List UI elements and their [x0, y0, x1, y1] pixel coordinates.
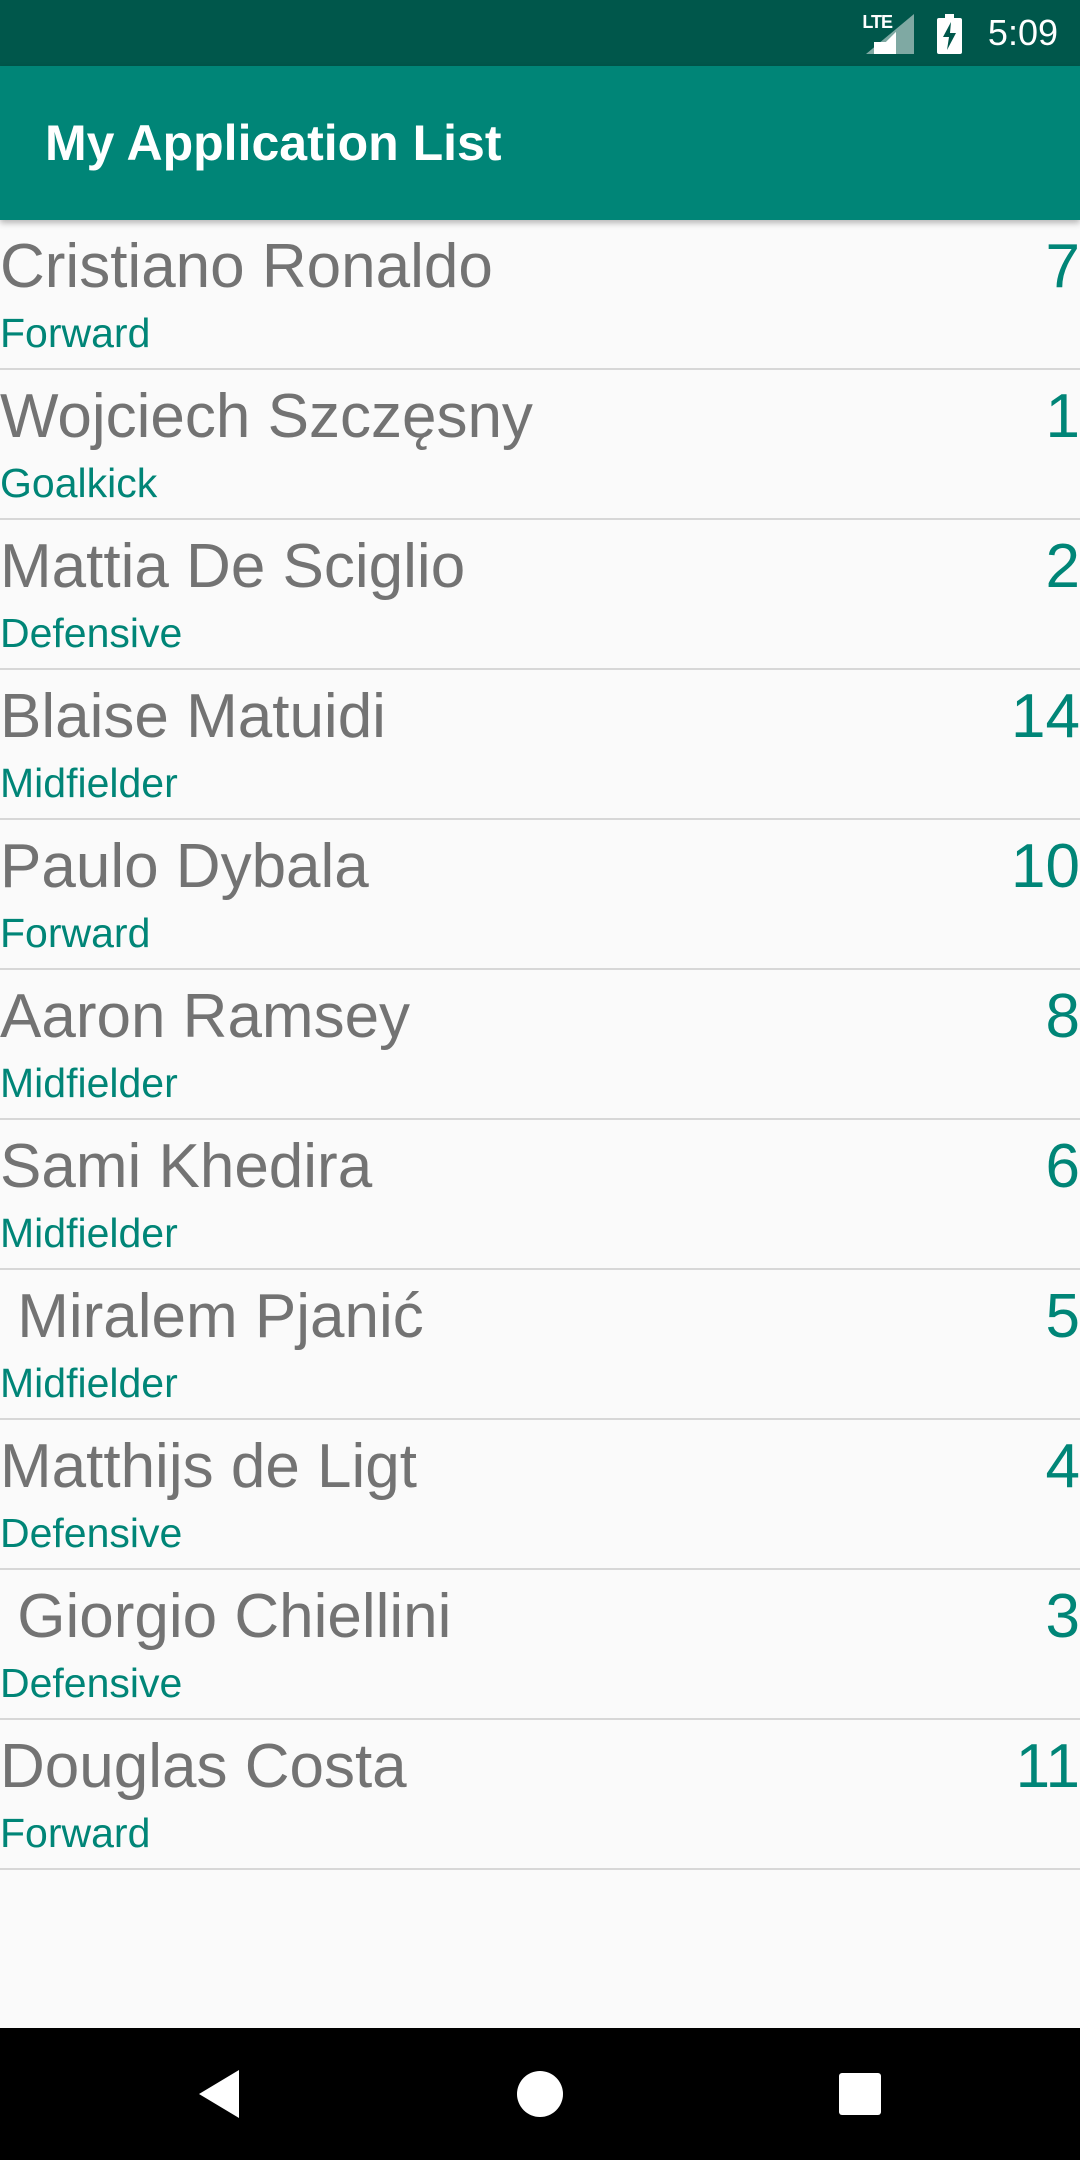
player-number: 11 [1015, 1732, 1080, 1801]
player-name: Miralem Pjanić [0, 1282, 424, 1351]
player-position: Forward [0, 310, 151, 356]
app-bar: My Application List [0, 66, 1080, 220]
player-number: 8 [1045, 982, 1080, 1051]
player-position: Forward [0, 910, 151, 956]
list-item[interactable]: Sami Khedira Midfielder 6 [0, 1120, 1080, 1270]
list-item[interactable]: Aaron Ramsey Midfielder 8 [0, 970, 1080, 1120]
home-button[interactable] [504, 2058, 576, 2130]
list-item[interactable]: Miralem Pjanić Midfielder 5 [0, 1270, 1080, 1420]
list-item[interactable]: Douglas Costa Forward 11 [0, 1720, 1080, 1870]
player-number: 4 [1045, 1432, 1080, 1501]
back-icon [199, 2070, 239, 2118]
list-item[interactable]: Giorgio Chiellini Defensive 3 [0, 1570, 1080, 1720]
player-position: Goalkick [0, 460, 158, 506]
player-name: Matthijs de Ligt [0, 1432, 417, 1501]
list-item[interactable]: Blaise Matuidi Midfielder 14 [0, 670, 1080, 820]
player-number: 5 [1045, 1282, 1080, 1351]
player-name: Aaron Ramsey [0, 982, 411, 1051]
list-item[interactable]: Cristiano Ronaldo Forward 7 [0, 220, 1080, 370]
status-bar: LTE 5:09 [0, 0, 1080, 66]
player-name: Sami Khedira [0, 1132, 373, 1201]
player-position: Defensive [0, 1660, 183, 1706]
player-name: Paulo Dybala [0, 832, 369, 901]
player-position: Midfielder [0, 760, 178, 806]
list-item[interactable]: Wojciech Szczęsny Goalkick 1 [0, 370, 1080, 520]
list-item[interactable]: Mattia De Sciglio Defensive 2 [0, 520, 1080, 670]
player-number: 6 [1045, 1132, 1080, 1201]
player-position: Defensive [0, 1510, 183, 1556]
player-number: 10 [1011, 832, 1080, 901]
player-number: 3 [1045, 1582, 1080, 1651]
battery-charging-icon [937, 14, 962, 54]
player-list: Cristiano Ronaldo Forward 7 Wojciech Szc… [0, 220, 1080, 1870]
player-position: Midfielder [0, 1360, 178, 1406]
player-name: Douglas Costa [0, 1732, 407, 1801]
player-name: Wojciech Szczęsny [0, 382, 533, 451]
player-position: Defensive [0, 610, 183, 656]
player-name: Giorgio Chiellini [0, 1582, 452, 1651]
player-number: 7 [1045, 232, 1080, 301]
player-name: Cristiano Ronaldo [0, 232, 493, 301]
app-title: My Application List [45, 115, 502, 171]
player-number: 2 [1045, 532, 1080, 601]
status-time: 5:09 [987, 12, 1058, 53]
player-number: 1 [1045, 382, 1080, 451]
player-position: Midfielder [0, 1210, 178, 1256]
signal-icon [866, 14, 914, 54]
player-number: 14 [1011, 682, 1080, 751]
home-icon [517, 2071, 563, 2117]
player-position: Forward [0, 1810, 151, 1856]
player-name: Blaise Matuidi [0, 682, 386, 751]
back-button[interactable] [184, 2058, 256, 2130]
player-name: Mattia De Sciglio [0, 532, 466, 601]
list-item[interactable]: Paulo Dybala Forward 10 [0, 820, 1080, 970]
navigation-bar [0, 2028, 1080, 2160]
recents-icon [839, 2073, 881, 2115]
list-item[interactable]: Matthijs de Ligt Defensive 4 [0, 1420, 1080, 1570]
recents-button[interactable] [824, 2058, 896, 2130]
player-position: Midfielder [0, 1060, 178, 1106]
